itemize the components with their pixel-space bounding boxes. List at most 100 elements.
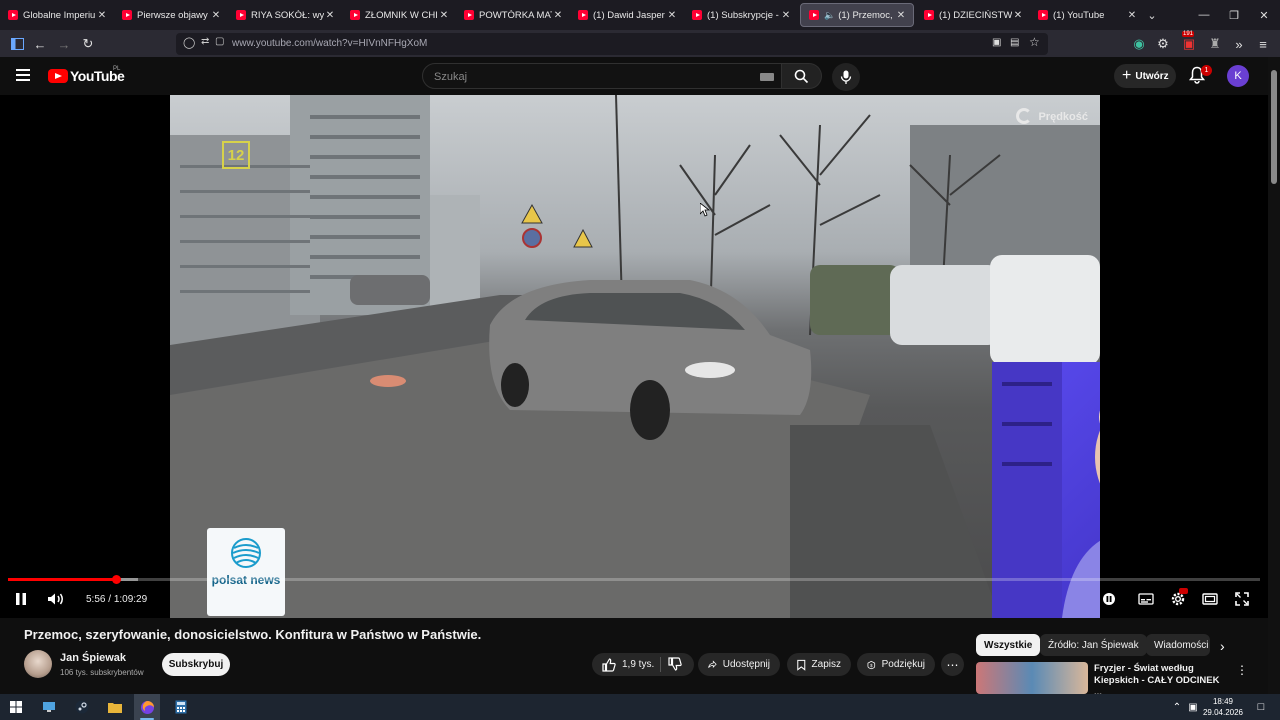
scrubber-handle[interactable] (111, 575, 121, 584)
browser-tab[interactable]: POWTÓRKA MATURA✕ (456, 0, 570, 30)
url-text[interactable]: www.youtube.com/watch?v=HIVnNFHgXoM (232, 38, 427, 49)
chip-all[interactable]: Wszystkie (976, 634, 1041, 656)
app-menu-icon[interactable]: ≡ (1254, 35, 1272, 53)
hd-badge (1179, 588, 1188, 594)
save-button[interactable]: Zapisz (787, 653, 851, 676)
video-title: Przemoc, szeryfowanie, donosicielstwo. K… (24, 627, 482, 642)
address-bar[interactable]: ◯ ⇄ ▢ www.youtube.com/watch?v=HIVnNFHgXo… (176, 33, 1048, 55)
picture-in-picture-icon[interactable]: ▣ (992, 37, 1001, 48)
tab-close-icon[interactable]: ✕ (210, 10, 222, 21)
create-button[interactable]: + Utwórz (1114, 64, 1176, 88)
search-button[interactable] (782, 63, 822, 89)
menu-hamburger-icon[interactable] (16, 69, 30, 81)
tab-close-icon[interactable]: ✕ (780, 10, 792, 21)
tab-close-icon[interactable]: ✕ (324, 10, 336, 21)
tab-close-icon[interactable]: ✕ (438, 10, 450, 21)
bookmark-star-icon[interactable]: ☆ (1029, 35, 1040, 49)
browser-tab[interactable]: RIYA SOKÓŁ: wywiad✕ (228, 0, 342, 30)
browser-tab[interactable]: (1) Dawid Jasper WIZ✕ (570, 0, 684, 30)
calculator-app-icon[interactable] (170, 697, 192, 717)
shield-icon[interactable]: ◯ (183, 36, 195, 49)
street-scene-image (170, 95, 1100, 618)
privacy-extension-icon[interactable]: ♜ (1206, 35, 1224, 53)
restore-icon[interactable]: ❐ (1218, 0, 1250, 30)
vpn-extension-icon[interactable]: ◉ (1130, 35, 1148, 53)
like-button[interactable]: 1,9 tys. (602, 657, 654, 672)
video-progress-bar[interactable] (8, 575, 1260, 584)
youtube-favicon-icon (1038, 10, 1048, 20)
tab-close-icon[interactable]: ✕ (666, 10, 678, 21)
windows-start-icon[interactable] (5, 697, 27, 717)
tab-close-icon[interactable]: ✕ (96, 10, 108, 21)
autoplay-toggle[interactable] (1100, 590, 1118, 608)
tab-close-icon[interactable]: ✕ (895, 10, 907, 21)
subscribe-button[interactable]: Subskrybuj (162, 653, 230, 676)
search-icon (794, 69, 809, 83)
chips-next-chevron-icon[interactable]: › (1220, 638, 1225, 654)
video-frame[interactable]: 12 Prędkość polsat news (170, 95, 1100, 618)
notification-center-icon[interactable]: □ (1250, 697, 1272, 717)
youtube-favicon-icon (692, 10, 702, 20)
volume-button[interactable] (46, 590, 66, 608)
file-explorer-icon[interactable] (104, 697, 126, 717)
minimize-icon[interactable]: — (1188, 0, 1220, 30)
pause-button[interactable] (12, 590, 30, 608)
youtube-logo-icon[interactable] (48, 69, 68, 83)
chip-source-channel[interactable]: Źródło: Jan Śpiewak (1040, 634, 1147, 656)
thanks-button[interactable]: $ Podziękuj (857, 653, 935, 676)
extensions-icon[interactable]: ⚙ (1154, 35, 1172, 53)
back-icon[interactable]: ← (31, 35, 49, 53)
subtitles-button[interactable] (1136, 590, 1156, 608)
browser-tab[interactable]: ZŁOMNIK W CHINACH✕ (342, 0, 456, 30)
forward-icon[interactable]: → (55, 35, 73, 53)
tab-close-icon[interactable]: ✕ (552, 10, 564, 21)
permissions-icon[interactable]: ⇄ (201, 36, 209, 47)
recommended-thumbnail[interactable] (976, 662, 1088, 694)
voice-search-button[interactable] (832, 63, 860, 91)
channel-avatar[interactable] (24, 650, 52, 678)
plus-icon: + (1122, 67, 1132, 84)
settings-button[interactable] (1168, 588, 1188, 608)
account-avatar[interactable]: K (1227, 65, 1249, 87)
duration: 1:09:29 (113, 594, 148, 605)
theater-mode-button[interactable] (1200, 590, 1220, 608)
mouse-cursor-icon (700, 203, 710, 217)
recommended-more-icon[interactable]: ⋮ (1236, 663, 1248, 677)
steam-app-icon[interactable] (71, 697, 93, 717)
firefox-app-icon[interactable] (136, 697, 158, 717)
polsat-globe-icon (231, 538, 261, 568)
svg-text:$: $ (870, 662, 873, 667)
browser-tab-active[interactable]: 🔈(1) Przemoc, szer✕ (800, 3, 914, 27)
page-scrollbar-thumb[interactable] (1271, 70, 1277, 184)
close-window-icon[interactable]: ✕ (1248, 0, 1280, 30)
browser-tab[interactable]: Globalne Imperium B✕ (0, 0, 114, 30)
youtube-favicon-icon (350, 10, 360, 20)
notification-badge: 1 (1201, 65, 1212, 76)
sidebar-toggle-icon[interactable] (8, 35, 26, 53)
dislike-button[interactable] (668, 657, 682, 676)
browser-tab[interactable]: (1) DZIECIŃSTWO NA✕ (916, 0, 1030, 30)
browser-tab[interactable]: (1) Subskrypcje - You✕ (684, 0, 798, 30)
speaker-icon[interactable]: 🔈 (824, 10, 835, 21)
clock[interactable]: 18:49 29.04.2026 (1200, 697, 1246, 717)
chip-news[interactable]: Wiadomości (1146, 634, 1210, 656)
browser-tab[interactable]: Pierwsze objawy RAK✕ (114, 0, 228, 30)
reload-icon[interactable]: ↻ (79, 35, 97, 53)
country-code: PL (113, 66, 121, 72)
channel-name[interactable]: Jan Śpiewak (60, 652, 126, 664)
fullscreen-button[interactable] (1232, 590, 1252, 608)
theater-mode-icon (1202, 593, 1218, 605)
reader-view-icon[interactable]: ▤ (1010, 37, 1019, 48)
overflow-chevron-icon[interactable]: » (1230, 35, 1248, 53)
search-input[interactable]: Szukaj (422, 63, 782, 89)
no-lock-icon[interactable]: ▢ (215, 36, 224, 47)
browser-tab[interactable]: (1) YouTube ✕ (1030, 0, 1144, 30)
computer-app-icon[interactable] (38, 697, 60, 717)
share-button[interactable]: Udostępnij (698, 653, 780, 676)
adblock-extension-icon[interactable]: ▣ 191 (1180, 31, 1198, 53)
more-actions-icon[interactable]: ⋯ (941, 653, 964, 676)
tab-list-chevron-icon[interactable]: ⌄ (1136, 0, 1168, 30)
keyboard-icon[interactable] (760, 73, 774, 81)
video-player[interactable]: 12 Prędkość polsat news (0, 95, 1268, 618)
tab-close-icon[interactable]: ✕ (1012, 10, 1024, 21)
